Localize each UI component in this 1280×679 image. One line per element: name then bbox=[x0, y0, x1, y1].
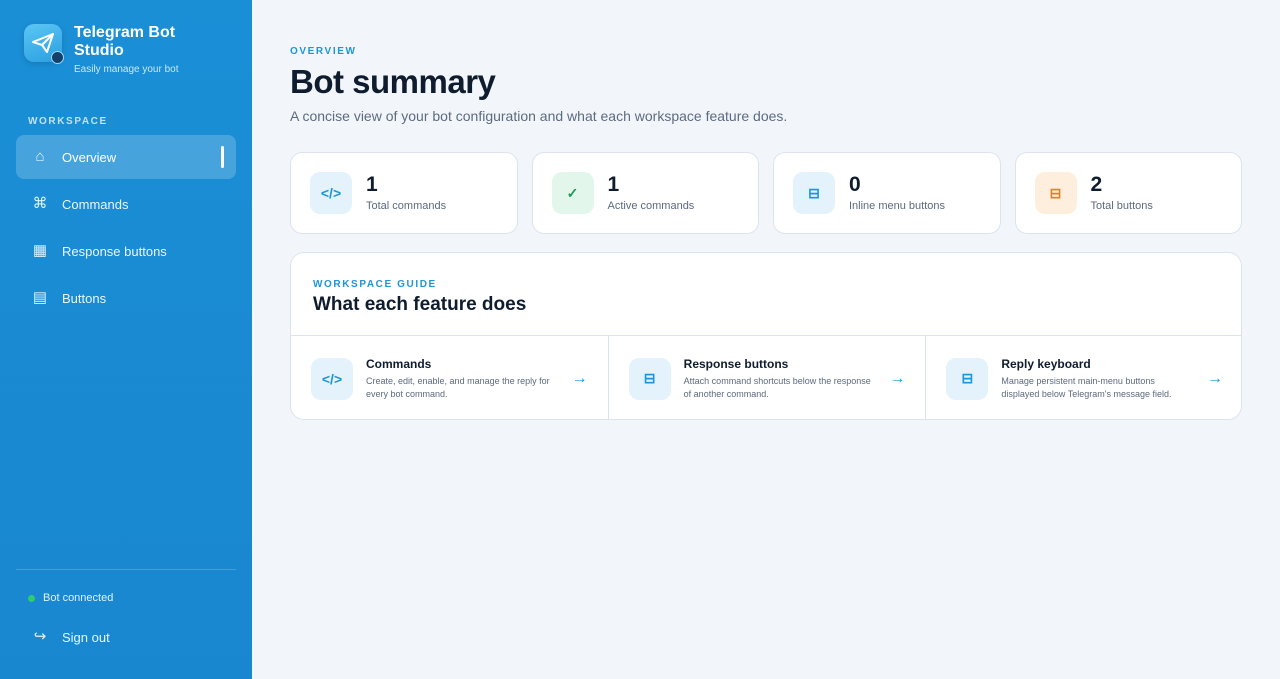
page-title: Bot summary bbox=[290, 63, 496, 100]
stat-label: Inline menu buttons bbox=[849, 200, 946, 212]
sign-out-icon: ↪ bbox=[33, 628, 47, 645]
stat-card-total-buttons: ⊟ 2 Total buttons bbox=[1014, 152, 1242, 234]
bot-status: Bot connected bbox=[28, 592, 113, 604]
grid-icon: ▦ bbox=[32, 242, 48, 259]
page-eyebrow: OVERVIEW bbox=[290, 46, 357, 57]
feature-description: Manage persistent main-menu buttons disp… bbox=[1001, 375, 1172, 399]
page-subtitle: A concise view of your bot configuration… bbox=[290, 108, 788, 124]
keyboard-icon: ⊟ bbox=[793, 172, 835, 214]
sidebar-nav: ⌂ Overview ⌘ Commands ▦ Response buttons… bbox=[16, 135, 236, 323]
stat-label: Total commands bbox=[366, 200, 447, 212]
feature-title: Response buttons bbox=[683, 356, 789, 371]
stat-value: 1 bbox=[366, 173, 378, 196]
keyboard-icon: ⊟ bbox=[946, 357, 989, 400]
telegram-logo-icon bbox=[24, 24, 64, 64]
feature-response-buttons[interactable]: ⊟ Response buttons Attach command shortc… bbox=[607, 336, 926, 419]
code-icon: </> bbox=[310, 172, 352, 214]
sidebar-item-label: Commands bbox=[62, 196, 129, 212]
status-text: Bot connected bbox=[43, 592, 114, 604]
stat-card-active-commands: ✓ 1 Active commands bbox=[531, 152, 759, 234]
sidebar-item-label: Response buttons bbox=[62, 243, 167, 259]
sidebar-item-commands[interactable]: ⌘ Commands bbox=[16, 182, 236, 226]
guide-eyebrow: WORKSPACE GUIDE bbox=[313, 279, 437, 290]
workspace-guide: WORKSPACE GUIDE What each feature does <… bbox=[290, 252, 1242, 420]
home-icon: ⌂ bbox=[35, 148, 45, 165]
feature-commands[interactable]: </> Commands Create, edit, enable, and m… bbox=[291, 336, 608, 419]
feature-title: Commands bbox=[366, 356, 432, 371]
guide-title: What each feature does bbox=[313, 294, 527, 315]
command-icon: ⌘ bbox=[32, 195, 48, 212]
code-icon: </> bbox=[311, 357, 353, 400]
stat-card-inline-menu-buttons: ⊟ 0 Inline menu buttons bbox=[773, 152, 1001, 234]
sidebar-item-label: Buttons bbox=[62, 290, 107, 306]
status-dot-icon bbox=[28, 594, 35, 602]
list-icon: ▤ bbox=[32, 289, 48, 306]
sidebar-item-overview[interactable]: ⌂ Overview bbox=[16, 135, 236, 179]
stat-card-total-commands: </> 1 Total commands bbox=[290, 152, 518, 234]
feature-title: Reply keyboard bbox=[1001, 356, 1091, 371]
sign-out-label: Sign out bbox=[62, 629, 110, 645]
brand: Telegram Bot Studio Easily manage your b… bbox=[24, 24, 194, 75]
check-icon: ✓ bbox=[551, 172, 594, 214]
sidebar-item-response-buttons[interactable]: ▦ Response buttons bbox=[16, 229, 236, 273]
workspace-section-label: WORKSPACE bbox=[28, 116, 108, 127]
sidebar-divider bbox=[16, 569, 236, 570]
stat-value: 1 bbox=[607, 173, 620, 196]
stats-row: </> 1 Total commands ✓ 1 Active commands… bbox=[290, 152, 1242, 234]
sign-out-button[interactable]: ↪ Sign out bbox=[16, 620, 236, 654]
arrow-right-icon: → bbox=[1207, 370, 1224, 387]
feature-description: Attach command shortcuts below the respo… bbox=[683, 375, 871, 399]
feature-reply-keyboard[interactable]: ⊟ Reply keyboard Manage persistent main-… bbox=[925, 336, 1241, 419]
stat-label: Total buttons bbox=[1090, 200, 1153, 212]
stat-value: 2 bbox=[1090, 173, 1103, 196]
feature-description: Create, edit, enable, and manage the rep… bbox=[366, 375, 550, 399]
arrow-right-icon: → bbox=[571, 370, 588, 387]
stat-label: Active commands bbox=[607, 200, 695, 212]
feature-row: </> Commands Create, edit, enable, and m… bbox=[291, 335, 1241, 419]
sidebar-item-buttons[interactable]: ▤ Buttons bbox=[16, 276, 236, 320]
sidebar-item-label: Overview bbox=[62, 149, 117, 165]
sidebar: Telegram Bot Studio Easily manage your b… bbox=[0, 0, 252, 679]
app-subtitle: Easily manage your bot bbox=[74, 64, 179, 75]
stat-value: 0 bbox=[849, 173, 861, 196]
plus-badge-icon bbox=[51, 51, 64, 64]
app-title: Telegram Bot Studio bbox=[74, 24, 176, 59]
arrow-right-icon: → bbox=[889, 370, 906, 387]
keyboard-icon: ⊟ bbox=[1034, 172, 1077, 214]
keyboard-icon: ⊟ bbox=[628, 357, 671, 400]
